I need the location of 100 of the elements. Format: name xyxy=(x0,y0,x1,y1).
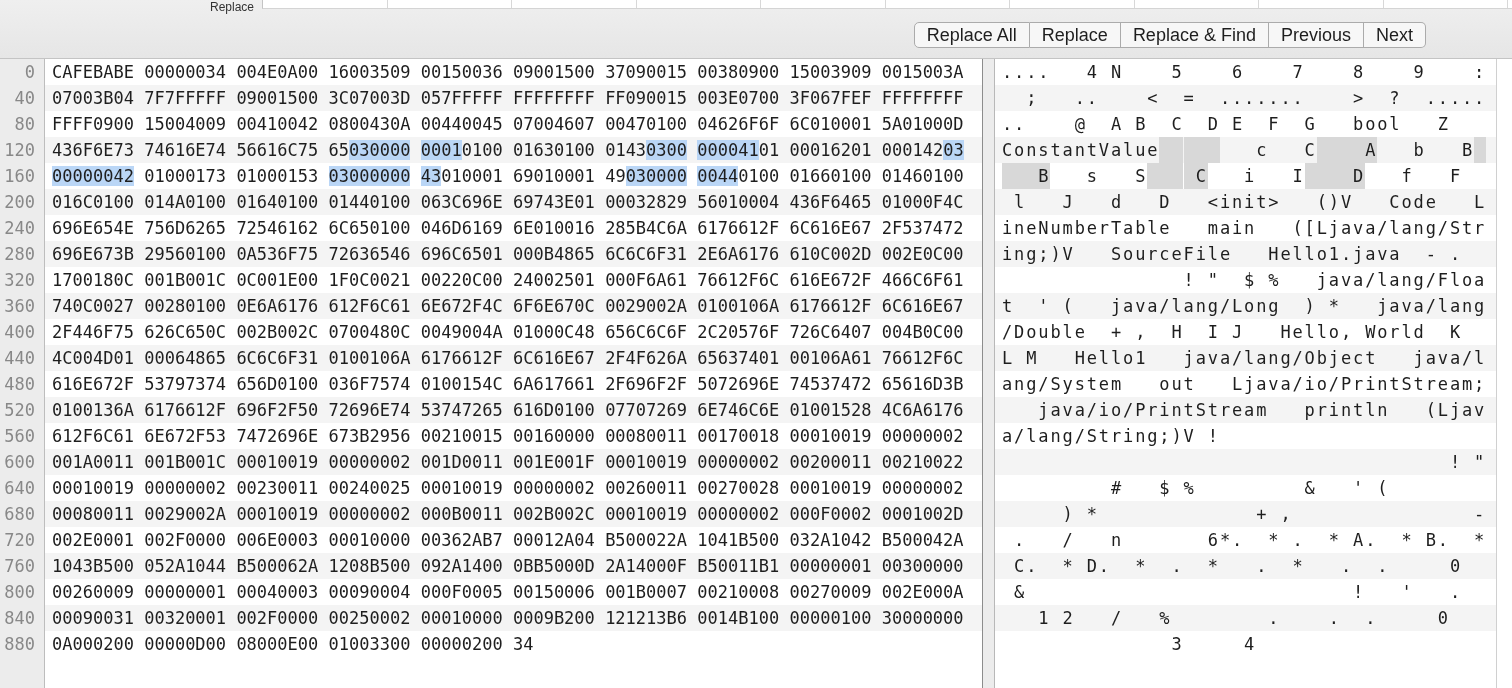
toolbar-button[interactable]: Replace & Find xyxy=(1120,22,1269,48)
ascii-text: ! " xyxy=(1448,451,1488,474)
toolbar-button[interactable]: Previous xyxy=(1268,22,1364,48)
hex-word: 72636546 xyxy=(328,243,411,266)
ascii-text: t ' ( java/lang/Long ) * java/lang xyxy=(1002,295,1488,318)
hex-word: 00000002 xyxy=(697,451,780,474)
hex-word: 696E654E xyxy=(52,217,134,240)
ascii-text: L M Hello1 java/lang/Object java/l xyxy=(1002,347,1488,370)
ascii-text: ConstantValue c C A b B xyxy=(1002,137,1496,163)
hex-word: 07003B04 xyxy=(52,87,134,110)
hex-word: 001B0007 xyxy=(605,581,687,604)
hex-word: 00170018 xyxy=(697,425,780,448)
hex-word: 00010000 xyxy=(420,607,503,630)
hex-word: 2C20576F xyxy=(697,321,780,344)
hex-word: 616E672F xyxy=(52,373,134,396)
hex-word: 000B0011 xyxy=(420,503,503,526)
hex-word: 6C616E67 xyxy=(512,347,595,370)
hex-word: 01430300 xyxy=(605,139,688,162)
hex-word: 00090031 xyxy=(52,607,134,630)
hex-word: 001D0011 xyxy=(420,451,503,474)
hex-word: 436F6465 xyxy=(789,191,872,214)
hex-word: 00380900 xyxy=(697,61,780,84)
hex-word: 001B001C xyxy=(144,451,227,474)
hex-word: 01630100 xyxy=(512,139,595,162)
line-number: 800 xyxy=(3,581,36,604)
hex-word: 000B4865 xyxy=(512,243,595,266)
hex-word: 00080011 xyxy=(605,425,687,448)
hex-word: 00014203 xyxy=(881,139,964,162)
hex-word: 00000002 xyxy=(881,425,964,448)
toolbar-button[interactable]: Replace All xyxy=(913,22,1030,48)
hex-word: 56010004 xyxy=(697,191,780,214)
hex-word: 56616C75 xyxy=(236,139,319,162)
hex-word: 0029002A xyxy=(605,295,687,318)
hex-word: 002E0001 xyxy=(52,529,134,552)
hex-word: 0800430A xyxy=(328,113,411,136)
hex-word: 004B0C00 xyxy=(881,321,964,344)
hex-word: 6C6C6F31 xyxy=(605,243,687,266)
hex-word: 002F0000 xyxy=(144,529,227,552)
hex-word: 063C696E xyxy=(420,191,503,214)
hex-word: 6176612F xyxy=(789,295,872,318)
hex-word: 6176612F xyxy=(144,399,227,422)
hex-word: 7472696E xyxy=(236,425,319,448)
hex-word: 0009B200 xyxy=(512,607,595,630)
hex-word: 01000153 xyxy=(236,165,319,188)
line-number: 80 xyxy=(13,113,36,136)
hex-word: 436F6E73 xyxy=(52,139,134,162)
ascii-text: C. * D. * . * . * . . 0 xyxy=(1013,555,1463,578)
hex-word: B500022A xyxy=(605,529,687,552)
toolbar-button[interactable]: Replace xyxy=(1029,22,1121,48)
hex-word: 2E6A6176 xyxy=(697,243,780,266)
hex-word: 65637401 xyxy=(697,347,780,370)
hex-word: 00000002 xyxy=(881,477,964,500)
hex-word: 43010001 xyxy=(420,165,503,188)
toolbar-button[interactable]: Next xyxy=(1364,22,1426,48)
hex-word: FF090015 xyxy=(605,87,687,110)
hex-word: 00470100 xyxy=(605,113,687,136)
hex-word: 1700180C xyxy=(52,269,134,292)
hex-word: 696E673B xyxy=(52,243,134,266)
ascii-text: a/lang/String;)V ! xyxy=(1002,425,1221,448)
hex-word: 30000000 xyxy=(881,607,964,630)
hex-word: 001B001C xyxy=(144,269,227,292)
hex-word: 09001500 xyxy=(512,61,595,84)
hex-word: 6C6C6F31 xyxy=(236,347,319,370)
hex-word: 00260011 xyxy=(605,477,687,500)
hex-word: 4C004D01 xyxy=(52,347,134,370)
hex-word: 01000173 xyxy=(144,165,227,188)
hex-word: 0100154C xyxy=(420,373,503,396)
line-number: 600 xyxy=(3,451,36,474)
ascii-text: /Double + , H I J Hello, World K xyxy=(1002,321,1463,344)
hex-word: 0014B100 xyxy=(697,607,780,630)
hex-word: 2F446F75 xyxy=(52,321,134,344)
hex-word: 3C07003D xyxy=(328,87,411,110)
line-number: 360 xyxy=(3,295,36,318)
replace-field[interactable] xyxy=(262,0,1512,9)
ascii-text: ! " $ % java/lang/Floa xyxy=(1182,269,1488,292)
ascii-text: B s S C i I D f F xyxy=(1002,163,1496,189)
hex-word: 08000E00 xyxy=(236,633,319,656)
ascii-text: ineNumberTable main ([Ljava/lang/Str xyxy=(1002,217,1488,240)
ascii-text: .. @ A B C D E F G bool Z xyxy=(1002,113,1451,136)
hex-word: 656C6C6F xyxy=(605,321,687,344)
hex-word: 29560100 xyxy=(144,243,227,266)
hex-word: 000F0005 xyxy=(420,581,503,604)
hex-word: 00016201 xyxy=(789,139,872,162)
line-number: 400 xyxy=(3,321,36,344)
hex-word: 69010001 xyxy=(512,165,595,188)
hex-word: 00010019 xyxy=(605,503,687,526)
hex-word: 01003300 xyxy=(328,633,411,656)
hex-word: 696C6501 xyxy=(420,243,503,266)
hex-word: 01000F4C xyxy=(881,191,964,214)
hex-word: 00064865 xyxy=(144,347,227,370)
hex-word: 0BB5000D xyxy=(512,555,595,578)
hex-word: 016C0100 xyxy=(52,191,134,214)
hex-word: 00300000 xyxy=(881,555,964,578)
hex-word: 00010019 xyxy=(789,425,872,448)
hex-word: 0029002A xyxy=(144,503,227,526)
hex-word: 01440100 xyxy=(328,191,411,214)
hex-word: 00010019 xyxy=(236,503,319,526)
hex-word: 00000002 xyxy=(512,477,595,500)
hex-word: 00000200 xyxy=(420,633,503,656)
hex-word: 09001500 xyxy=(236,87,319,110)
